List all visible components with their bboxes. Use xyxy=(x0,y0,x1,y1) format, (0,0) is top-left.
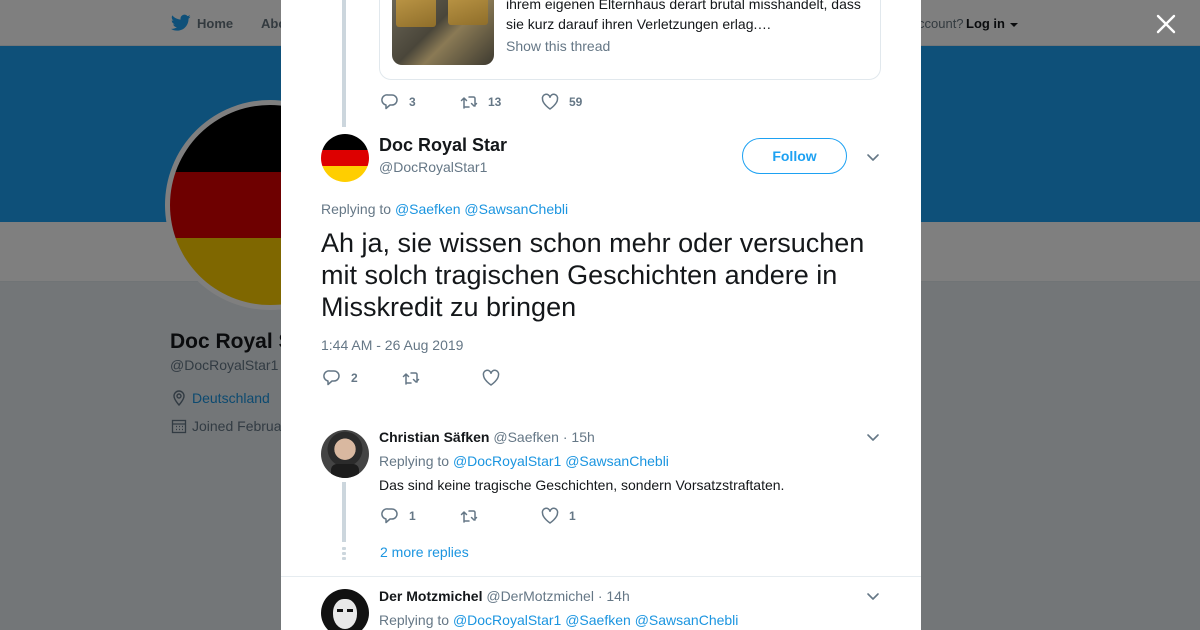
thread-dotted-line xyxy=(342,547,346,562)
main-like-action[interactable] xyxy=(482,368,510,388)
mention-link[interactable]: @DocRoyalStar1 xyxy=(453,453,561,469)
mention-link[interactable]: @SawsanChebli xyxy=(464,201,568,217)
chevron-down-icon[interactable] xyxy=(865,588,881,604)
main-retweet-action[interactable] xyxy=(402,368,430,388)
main-reply-action[interactable]: 2 xyxy=(323,368,361,388)
like-icon xyxy=(541,507,559,524)
follow-button[interactable]: Follow xyxy=(742,138,847,174)
quoted-tweet-thumbnail[interactable] xyxy=(392,0,494,65)
reply-avatar[interactable] xyxy=(321,430,369,478)
parent-retweet-count: 13 xyxy=(488,95,502,109)
reply-avatar[interactable] xyxy=(321,589,369,630)
close-icon[interactable] xyxy=(1154,12,1178,36)
reply-header: Christian Säfken @Saefken · 15h xyxy=(379,429,595,445)
thread-connector-line xyxy=(342,0,346,127)
replying-to-label: Replying to xyxy=(379,612,450,628)
main-tweet-avatar[interactable] xyxy=(321,134,369,182)
parent-like-action[interactable]: 59 xyxy=(541,92,582,112)
reply-icon xyxy=(381,508,398,524)
reply-retweet-action[interactable] xyxy=(460,506,488,526)
chevron-down-icon[interactable] xyxy=(865,149,881,165)
mention-link[interactable]: @SawsanChebli xyxy=(565,453,669,469)
reply-time[interactable]: 14h xyxy=(606,588,629,604)
like-icon xyxy=(541,93,559,110)
main-tweet-author-name[interactable]: Doc Royal Star xyxy=(379,135,507,156)
reply-icon xyxy=(323,370,340,386)
like-icon xyxy=(482,369,500,386)
reply-icon xyxy=(381,94,398,110)
reply-reply-count: 1 xyxy=(409,509,416,523)
reply-reply-action[interactable]: 1 xyxy=(381,506,419,526)
main-tweet-timestamp[interactable]: 1:44 AM - 26 Aug 2019 xyxy=(321,337,463,353)
parent-like-count: 59 xyxy=(569,95,583,109)
mention-link[interactable]: @Saefken xyxy=(395,201,461,217)
chevron-down-icon[interactable] xyxy=(865,429,881,445)
show-thread-link[interactable]: Show this thread xyxy=(506,38,610,54)
reply-like-action[interactable]: 1 xyxy=(541,506,579,526)
separator-dot: · xyxy=(597,588,603,604)
mention-link[interactable]: @Saefken xyxy=(565,612,631,628)
mention-link[interactable]: @DocRoyalStar1 xyxy=(453,612,561,628)
quoted-tweet-text: ihrem eigenen Elternhaus derart brutal m… xyxy=(506,0,861,32)
reply-header: Der Motzmichel @DerMotzmichel · 14h xyxy=(379,588,630,604)
more-replies-link[interactable]: 2 more replies xyxy=(380,544,469,560)
reply-text: Das sind keine tragische Geschichten, so… xyxy=(379,477,785,493)
main-tweet-author-handle[interactable]: @DocRoyalStar1 xyxy=(379,159,487,175)
reply-replying-to: Replying to @DocRoyalStar1 @SawsanChebli xyxy=(379,453,669,469)
reply-author-name[interactable]: Christian Säfken xyxy=(379,429,489,445)
main-tweet-text: Ah ja, sie wissen schon mehr oder versuc… xyxy=(321,228,865,322)
quoted-tweet-card[interactable]: ihrem eigenen Elternhaus derart brutal m… xyxy=(379,0,881,80)
divider xyxy=(281,576,921,577)
parent-reply-count: 3 xyxy=(409,95,416,109)
main-replying-to: Replying to @Saefken @SawsanChebli xyxy=(321,201,568,217)
retweet-icon xyxy=(402,372,420,385)
reply-author-handle[interactable]: @DerMotzmichel xyxy=(486,588,594,604)
mention-link[interactable]: @SawsanChebli xyxy=(635,612,739,628)
parent-reply-action[interactable]: 3 xyxy=(381,92,419,112)
replying-to-label: Replying to xyxy=(379,453,450,469)
reply-author-handle[interactable]: @Saefken xyxy=(493,429,559,445)
reply-replying-to: Replying to @DocRoyalStar1 @Saefken @Saw… xyxy=(379,612,738,628)
reply-like-count: 1 xyxy=(569,509,576,523)
parent-retweet-action[interactable]: 13 xyxy=(460,92,501,112)
replying-to-label: Replying to xyxy=(321,201,392,217)
retweet-icon xyxy=(460,96,478,109)
main-reply-count: 2 xyxy=(351,371,358,385)
thread-connector-line xyxy=(342,482,346,542)
reply-time[interactable]: 15h xyxy=(571,429,594,445)
retweet-icon xyxy=(460,510,478,523)
separator-dot: · xyxy=(562,429,568,445)
reply-author-name[interactable]: Der Motzmichel xyxy=(379,588,482,604)
